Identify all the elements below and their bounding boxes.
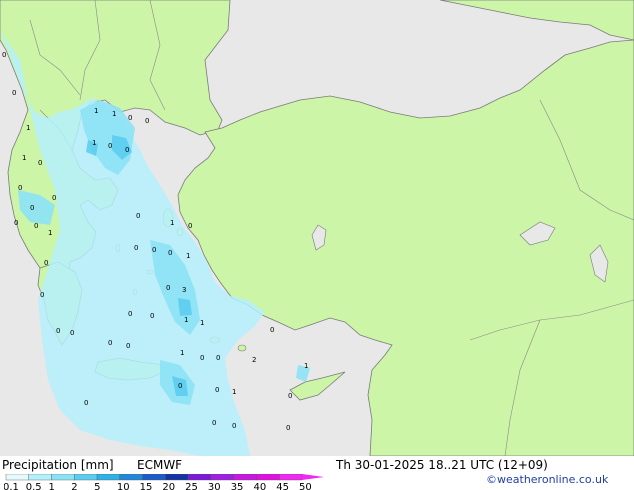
map-title: Precipitation [mm] [2,458,114,472]
precip-value-label: 1 [94,107,98,115]
precip-value-label: 0 [232,422,236,430]
precip-value-label: 0 [200,354,204,362]
precip-value-label: 0 [168,249,172,257]
precip-value-label: 2 [252,356,256,364]
precip-value-label: 1 [92,139,96,147]
precip-value-label: 0 [136,212,140,220]
precip-value-label: 3 [182,286,186,294]
precipitation-map: 0 0 1 1 0 1 1 0 0 1 0 0 0 0 0 0 0 1 0 1 0 0 0 0 0 1 0 0 3 1 1 0 0 0 0 0 1 0 0 2… [0,0,634,456]
precip-value-label: 0 [215,386,219,394]
precip-value-label: 0 [150,312,154,320]
precip-value-label: 0 [44,259,48,267]
precip-value-label: 0 [216,354,220,362]
valid-time: Th 30-01-2025 18..21 UTC (12+09) [336,458,548,472]
legend-swatch [51,474,75,481]
legend-tick-label: 40 [253,482,266,490]
legend-tick-label: 50 [299,482,312,490]
credit-link[interactable]: ©weatheronline.co.uk [486,473,608,486]
precip-value-label: 0 [145,117,149,125]
precip-value-label: 1 [184,316,188,324]
legend-swatch [187,474,212,481]
legend-swatch [279,474,303,481]
precip-value-label: 0 [188,222,192,230]
legend-tick-label: 25 [185,482,198,490]
legend-tick-label: 45 [276,482,289,490]
legend-footer: Precipitation [mm] ECMWF Th 30-01-2025 1… [0,456,634,490]
model-name: ECMWF [137,458,183,472]
legend-swatch [5,474,29,481]
precip-value-label: 1 [200,319,204,327]
precip-value-label: 1 [180,349,184,357]
precip-value-label: 0 [2,51,6,59]
precip-value-label: 1 [170,219,174,227]
precip-value-label: 0 [38,159,42,167]
legend-swatch [28,474,52,481]
precip-value-label: 0 [40,291,44,299]
legend-tick-label: 0.1 [4,482,19,490]
precip-value-label: 1 [304,362,308,370]
precip-value-label: 0 [14,219,18,227]
legend-tick-label: 10 [117,482,130,490]
precip-value-label: 0 [128,114,132,122]
precip-value-label: 0 [178,382,182,390]
precip-value-label: 1 [186,252,190,260]
precip-value-label: 0 [212,419,216,427]
legend-swatch [233,474,257,481]
legend-tick-label: 2 [71,482,77,490]
precip-value-label: 0 [108,142,112,150]
precip-value-label: 0 [70,329,74,337]
precip-value-label: 0 [84,399,88,407]
precip-value-label: 0 [18,184,22,192]
precip-value-label: 0 [128,310,132,318]
legend-swatch [74,474,98,481]
precip-value-label: 1 [26,124,30,132]
precip-value-label: 1 [22,154,26,162]
precip-value-label: 0 [125,146,129,154]
legend-swatch [256,474,280,481]
legend-swatch [142,474,166,481]
legend-tick-label: 20 [162,482,175,490]
precip-value-label: 0 [288,392,292,400]
precip-value-label: 0 [12,89,16,97]
legend-tick-label: 35 [231,482,244,490]
precip-value-label: 0 [286,424,290,432]
precip-value-label: 0 [166,284,170,292]
precip-value-label: 0 [34,222,38,230]
precip-value-label: 1 [112,110,116,118]
precip-value-label: 1 [232,388,236,396]
legend-tick-label: 15 [140,482,153,490]
precip-value-label: 0 [108,339,112,347]
legend-tick-label: 5 [94,482,100,490]
legend-overflow-arrow [302,474,324,480]
color-scale-legend: 0.1 0.5 1 2 5 10 15 20 25 30 35 40 45 50 [4,474,324,490]
precip-value-label: 0 [52,194,56,202]
precip-value-label: 0 [134,244,138,252]
precip-value-label: 0 [270,326,274,334]
legend-tick-label: 0.5 [26,482,42,490]
precip-value-label: 1 [48,229,52,237]
precip-value-label: 0 [30,204,34,212]
legend-swatch [96,474,121,481]
legend-swatch [210,474,234,481]
legend-swatch [165,474,189,481]
legend-tick-label: 30 [208,482,221,490]
precip-value-label: 0 [126,342,130,350]
legend-tick-label: 1 [49,482,55,490]
precip-value-label: 0 [152,246,156,254]
legend-swatch [119,474,143,481]
precip-value-label: 0 [56,327,60,335]
